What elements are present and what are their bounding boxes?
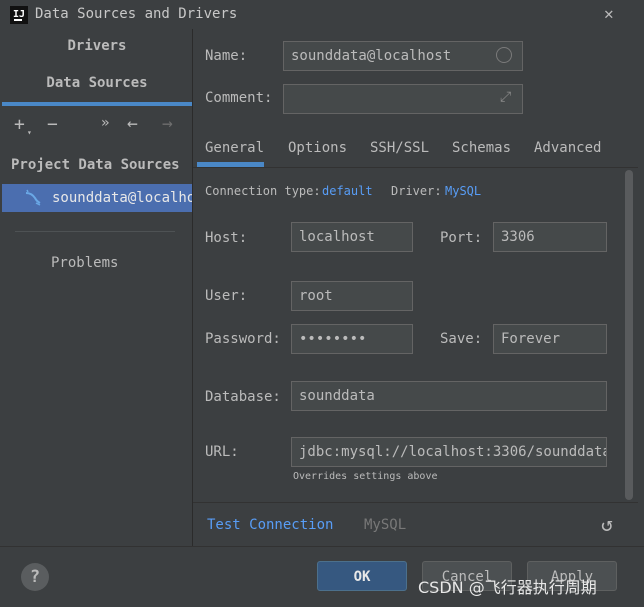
forward-arrow-icon[interactable]: →: [162, 113, 173, 134]
comment-input[interactable]: [283, 84, 523, 114]
ok-button[interactable]: OK: [317, 561, 407, 591]
password-input[interactable]: ••••••••: [291, 324, 413, 354]
connection-type-label: Connection type:: [205, 184, 321, 198]
tab-general[interactable]: General: [205, 140, 264, 156]
port-label: Port:: [440, 230, 483, 246]
database-input[interactable]: sounddata: [291, 381, 607, 411]
bottom-divider: [193, 502, 638, 503]
data-source-label: sounddata@localhost: [52, 190, 192, 206]
help-icon[interactable]: ?: [21, 563, 49, 591]
comment-label: Comment:: [205, 90, 273, 106]
url-label: URL:: [205, 444, 239, 460]
back-arrow-icon[interactable]: ←: [127, 113, 138, 134]
database-label: Database:: [205, 389, 281, 405]
driver-status-text: MySQL: [364, 517, 407, 533]
name-label: Name:: [205, 48, 248, 64]
intellij-app-icon: IJ: [10, 6, 28, 24]
url-input[interactable]: jdbc:mysql://localhost:3306/sounddata: [291, 437, 607, 467]
driver-link[interactable]: MySQL: [445, 184, 481, 198]
tab-options[interactable]: Options: [288, 140, 347, 156]
more-actions-icon[interactable]: »: [101, 115, 109, 131]
user-label: User:: [205, 288, 248, 304]
window-title: Data Sources and Drivers: [35, 6, 238, 22]
left-divider: [15, 231, 175, 232]
url-hint: Overrides settings above: [293, 471, 438, 482]
port-input[interactable]: 3306: [493, 222, 607, 252]
tabs-divider: [193, 167, 638, 168]
save-label: Save:: [440, 331, 483, 347]
name-input[interactable]: sounddata@localhost: [283, 41, 523, 71]
user-input[interactable]: root: [291, 281, 413, 311]
connection-type-link[interactable]: default: [322, 184, 373, 198]
tab-ssh-ssl[interactable]: SSH/SSL: [370, 140, 429, 156]
test-connection-link[interactable]: Test Connection: [207, 517, 333, 533]
nav-selection-underline: [2, 102, 192, 106]
host-label: Host:: [205, 230, 248, 246]
problems-nav-item[interactable]: Problems: [51, 255, 118, 271]
left-panel: [2, 29, 192, 546]
drivers-nav-item[interactable]: Drivers: [2, 38, 192, 54]
add-dropdown-icon[interactable]: ▾: [27, 128, 32, 137]
host-input[interactable]: localhost: [291, 222, 413, 252]
password-label: Password:: [205, 331, 281, 347]
reset-icon[interactable]: ↺: [601, 512, 613, 536]
csdn-watermark: CSDN @飞行器执行周期: [418, 578, 597, 597]
scrollbar[interactable]: [625, 170, 633, 500]
tab-advanced[interactable]: Advanced: [534, 140, 601, 156]
mysql-dolphin-icon: [25, 189, 41, 206]
data-source-item-sounddata[interactable]: sounddata@localhost: [2, 184, 192, 212]
tab-schemas[interactable]: Schemas: [452, 140, 511, 156]
add-icon[interactable]: +: [14, 114, 25, 135]
close-icon[interactable]: ✕: [604, 4, 614, 23]
remove-icon[interactable]: −: [47, 114, 58, 135]
data-sources-nav-item[interactable]: Data Sources: [2, 75, 192, 91]
project-data-sources-heading: Project Data Sources: [11, 157, 180, 173]
save-select[interactable]: Forever: [493, 324, 607, 354]
color-picker-icon[interactable]: [496, 47, 512, 63]
expand-icon[interactable]: ⤢: [500, 89, 511, 105]
driver-label: Driver:: [391, 184, 442, 198]
